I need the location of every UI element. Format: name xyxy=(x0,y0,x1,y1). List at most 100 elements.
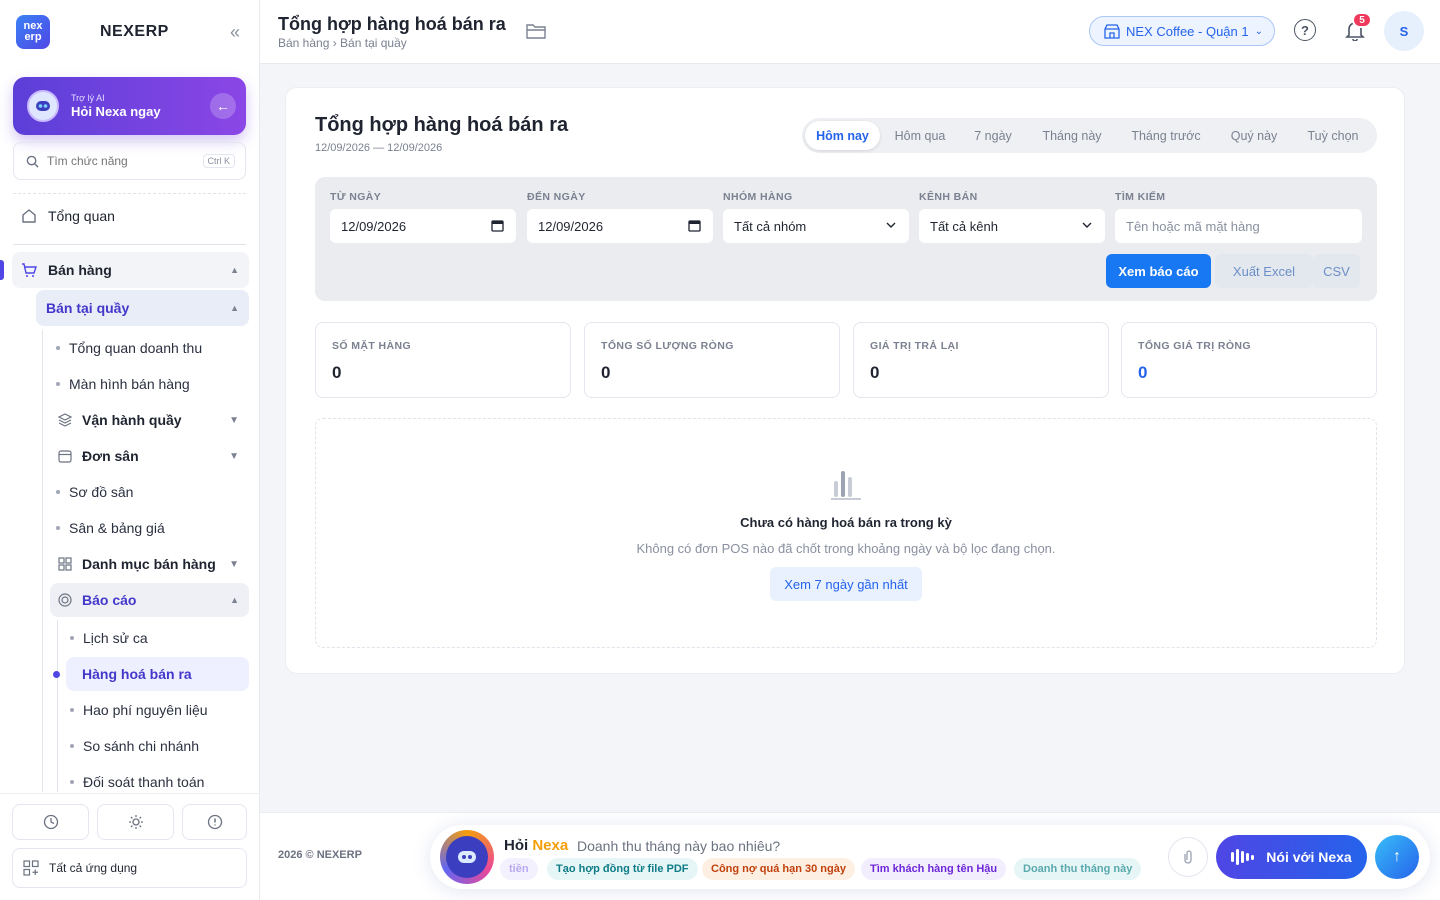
stat-label: TỔNG GIÁ TRỊ RÒNG xyxy=(1138,340,1251,352)
sidebar-item-material-waste[interactable]: Hao phí nguyên liệu xyxy=(70,701,208,719)
tab-yesterday[interactable]: Hôm qua xyxy=(880,121,960,150)
tab-this-month[interactable]: Tháng này xyxy=(1026,121,1118,150)
sidebar-item-pos-screen[interactable]: Màn hình bán hàng xyxy=(56,375,190,393)
nexa-avatar[interactable] xyxy=(440,830,494,884)
sidebar-item-revenue-overview[interactable]: Tổng quan doanh thu xyxy=(56,339,202,357)
sidebar-group-counter-ops[interactable]: Vận hành quầy ▼ xyxy=(50,403,249,437)
voice-button[interactable]: Nói với Nexa xyxy=(1216,835,1367,879)
sidebar-item-court-prices[interactable]: Sân & bảng giá xyxy=(56,519,165,537)
view-report-button[interactable]: Xem báo cáo xyxy=(1106,254,1211,288)
divider xyxy=(13,244,246,245)
collapse-sidebar-icon[interactable]: « xyxy=(230,22,240,43)
breadcrumb[interactable]: Bán hàng › Bán tại quầy xyxy=(278,36,407,50)
stat-card-net-value: TỔNG GIÁ TRỊ RÒNG 0 xyxy=(1121,322,1377,398)
layers-icon xyxy=(56,411,74,429)
search-label: TÌM KIẾM xyxy=(1115,191,1166,203)
export-excel-button[interactable]: Xuất Excel xyxy=(1215,254,1313,288)
all-apps-button[interactable]: Tất cả ứng dụng xyxy=(12,848,247,888)
chevron-up-icon: ▲ xyxy=(230,265,239,275)
tree-line xyxy=(42,330,43,792)
arrow-left-icon[interactable]: ← xyxy=(210,93,236,119)
suggestion-chip[interactable]: Doanh thu tháng này xyxy=(1014,858,1142,880)
robot-icon xyxy=(27,90,59,122)
send-button[interactable]: ↑ xyxy=(1375,835,1419,879)
sun-icon xyxy=(128,815,143,829)
stat-card-item-count: SỐ MẶT HÀNG 0 xyxy=(315,322,571,398)
brand-logo[interactable]: nex erp xyxy=(16,15,50,49)
channel-select[interactable]: Tất cả kênh xyxy=(919,209,1105,243)
sidebar-item-overview[interactable]: Tổng quan xyxy=(20,206,115,226)
group-label: NHÓM HÀNG xyxy=(723,191,793,203)
sidebar-item-goods-sold[interactable]: Hàng hoá bán ra xyxy=(66,657,249,691)
branch-selector[interactable]: NEX Coffee - Quận 1 ⌄ xyxy=(1089,16,1275,46)
attach-button[interactable] xyxy=(1168,837,1208,877)
period-tabs: Hôm nay Hôm qua 7 ngày Tháng này Tháng t… xyxy=(802,118,1377,153)
sidebar-search-input[interactable] xyxy=(47,154,187,168)
group-value: Tất cả nhóm xyxy=(734,218,807,234)
chevron-up-icon: ▲ xyxy=(230,595,239,605)
sidebar-item-payment-reconcile[interactable]: Đối soát thanh toán xyxy=(70,773,204,791)
chevron-down-icon: ⌄ xyxy=(1254,25,1263,37)
sidebar-item-label: Tổng quan doanh thu xyxy=(69,340,203,356)
sidebar-item-sales[interactable]: Bán hàng ▲ xyxy=(12,252,249,288)
robot-icon xyxy=(446,836,488,878)
sidebar-item-label: Lịch sử ca xyxy=(83,630,148,646)
suggestion-chip[interactable]: Tìm khách hàng tên Hậu xyxy=(861,858,1007,880)
filter-panel: TỪ NGÀY 12/09/2026 ĐẾN NGÀY 12/09/2026 N… xyxy=(315,177,1377,301)
item-search-input[interactable]: Tên hoặc mã mặt hàng xyxy=(1115,209,1362,243)
tab-today[interactable]: Hôm nay xyxy=(805,121,880,150)
sidebar-item-label: Danh mục bán hàng xyxy=(82,556,216,572)
nexa-title-a: Hỏi xyxy=(504,837,529,854)
to-date-input[interactable]: 12/09/2026 xyxy=(527,209,713,243)
report-date-range: 12/09/2026 — 12/09/2026 xyxy=(315,142,443,154)
sidebar-item-shift-history[interactable]: Lịch sử ca xyxy=(70,629,148,647)
sidebar-item-label: Sơ đồ sân xyxy=(69,484,134,500)
brand: nex erp NEXERP « xyxy=(16,14,246,50)
avatar[interactable]: S xyxy=(1384,11,1424,51)
report-card: Tổng hợp hàng hoá bán ra 12/09/2026 — 12… xyxy=(285,87,1405,674)
suggestion-chip[interactable]: Công nợ quá hạn 30 ngày xyxy=(702,858,855,880)
sidebar-item-branch-compare[interactable]: So sánh chi nhánh xyxy=(70,737,199,755)
history-button[interactable] xyxy=(12,804,89,840)
copyright: 2026 © NEXERP xyxy=(278,849,362,861)
tab-custom[interactable]: Tuỳ chọn xyxy=(1294,121,1372,150)
calendar-icon xyxy=(688,220,701,232)
sidebar-group-court-orders[interactable]: Đơn sân ▼ xyxy=(50,439,249,473)
to-date-value: 12/09/2026 xyxy=(538,218,604,234)
tab-this-quarter[interactable]: Quý này xyxy=(1214,121,1294,150)
theme-button[interactable] xyxy=(97,804,174,840)
sidebar-group-reports[interactable]: Báo cáo ▲ xyxy=(50,583,249,617)
clock-icon xyxy=(43,814,58,830)
grid-icon xyxy=(56,555,74,573)
sidebar-item-court-map[interactable]: Sơ đồ sân xyxy=(56,483,133,501)
suggestion-chip[interactable]: Tạo hợp đồng từ file PDF xyxy=(547,858,698,880)
sidebar-item-counter[interactable]: Bán tại quầy ▲ xyxy=(36,290,249,326)
notification-badge: 5 xyxy=(1352,12,1372,28)
calendar-icon xyxy=(56,447,74,465)
export-csv-button[interactable]: CSV xyxy=(1313,254,1360,288)
nexa-title-b: Nexa xyxy=(532,837,569,854)
tab-last-month[interactable]: Tháng trước xyxy=(1118,121,1214,150)
folder-icon[interactable] xyxy=(526,22,546,45)
view-last-7-days-button[interactable]: Xem 7 ngày gần nhất xyxy=(770,567,922,601)
sidebar-item-label: Bán hàng xyxy=(48,262,112,278)
from-date-input[interactable]: 12/09/2026 xyxy=(330,209,516,243)
ai-assistant-card[interactable]: Trợ lý AI Hỏi Nexa ngay ← xyxy=(13,77,246,135)
suggestion-chip[interactable]: tiền xyxy=(500,858,538,880)
tab-7-days[interactable]: 7 ngày xyxy=(960,121,1026,150)
divider xyxy=(13,193,246,194)
empty-subtitle: Không có đơn POS nào đã chốt trong khoản… xyxy=(636,541,1056,556)
group-select[interactable]: Tất cả nhóm xyxy=(723,209,909,243)
sidebar-group-sales-catalog[interactable]: Danh mục bán hàng ▼ xyxy=(50,547,249,581)
search-shortcut: Ctrl K xyxy=(202,154,235,168)
stat-label: GIÁ TRỊ TRẢ LẠI xyxy=(870,340,959,352)
alert-button[interactable] xyxy=(182,804,247,840)
nexa-question[interactable]: Doanh thu tháng này bao nhiêu? xyxy=(577,838,780,854)
ai-card-title: Hỏi Nexa ngay xyxy=(71,104,161,119)
sidebar-item-label: Đối soát thanh toán xyxy=(83,774,205,790)
tree-line xyxy=(57,620,58,792)
help-icon[interactable]: ? xyxy=(1294,19,1316,41)
active-indicator xyxy=(53,671,60,678)
channel-label: KÊNH BÁN xyxy=(919,191,978,203)
bar-chart-icon xyxy=(831,471,861,500)
